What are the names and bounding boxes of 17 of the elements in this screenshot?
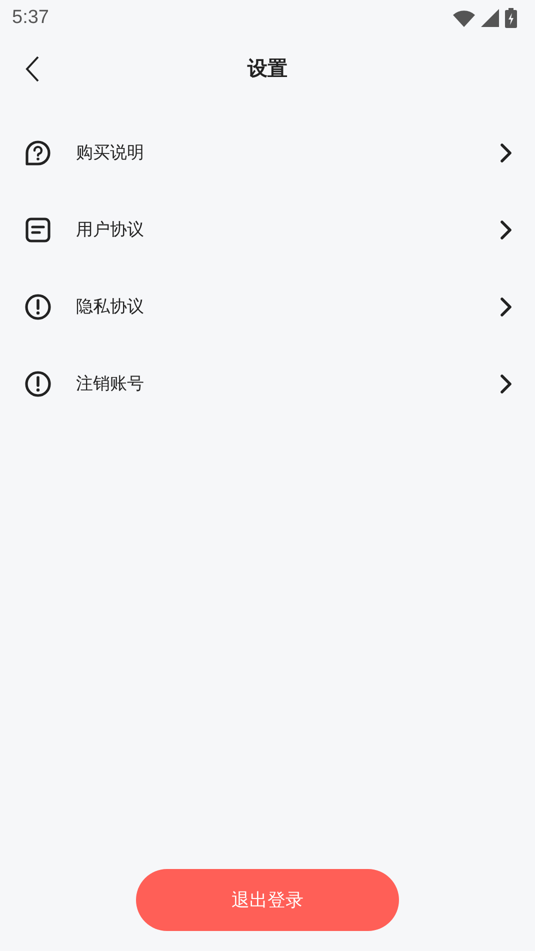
chevron-right-icon (499, 296, 513, 316)
status-time: 5:37 (12, 7, 49, 29)
chevron-right-icon (499, 220, 513, 240)
battery-icon (505, 8, 517, 28)
chevron-right-icon (499, 142, 513, 162)
signal-icon (481, 9, 499, 27)
document-icon (24, 216, 52, 244)
question-bubble-icon (24, 138, 52, 166)
menu-item-label[interactable]: 隐私协议 (76, 295, 499, 318)
page-title: 设置 (248, 54, 288, 82)
alert-icon (24, 292, 52, 320)
menu-item-label[interactable]: 注销账号 (76, 372, 499, 395)
alert-icon (24, 370, 52, 398)
wifi-icon (453, 10, 475, 26)
menu-item-label[interactable]: 购买说明 (76, 141, 499, 164)
chevron-right-icon (499, 374, 513, 394)
menu-item-label[interactable]: 用户协议 (76, 218, 499, 241)
